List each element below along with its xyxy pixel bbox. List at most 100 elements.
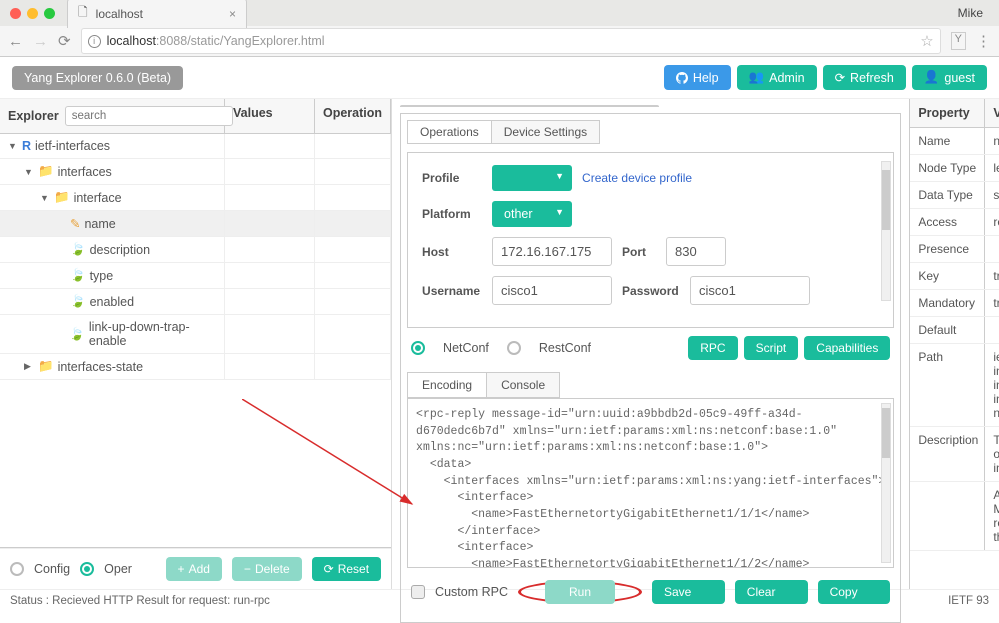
app-top-bar: Yang Explorer 0.6.0 (Beta) Help 👥 Admin … [0, 57, 999, 99]
property-header: Property [910, 99, 985, 127]
reset-button[interactable]: ⟳ Reset [312, 557, 381, 581]
main-content: Build Collections Manage Models Operatio… [392, 99, 909, 589]
code-scrollbar[interactable] [881, 403, 891, 563]
status-right: IETF 93 [948, 595, 989, 607]
forward-button: → [33, 33, 48, 50]
username-label: Username [422, 284, 482, 298]
search-input[interactable] [65, 106, 233, 126]
reload-button[interactable]: ⟳ [58, 32, 71, 50]
minimize-window-icon[interactable] [27, 8, 38, 19]
tree-row[interactable]: ✎ name [0, 211, 391, 237]
config-radio[interactable] [10, 562, 24, 576]
host-input[interactable] [492, 237, 612, 266]
property-row: DescriptionThe name of the interface. [910, 427, 999, 482]
close-window-icon[interactable] [10, 8, 21, 19]
properties-pane: Property Value NamenameNode TypeleafData… [909, 99, 999, 589]
tree-row[interactable]: ▼📁 interfaces [0, 159, 391, 185]
tree-row[interactable]: 🍃 type [0, 263, 391, 289]
property-row: A device MAY restrict the [910, 482, 999, 551]
property-row: Presence [910, 236, 999, 263]
app-title-badge: Yang Explorer 0.6.0 (Beta) [12, 66, 183, 90]
tab-console[interactable]: Console [487, 373, 559, 397]
bookmark-icon[interactable]: ☆ [920, 32, 933, 50]
code-output[interactable]: <rpc-reply message-id="urn:uuid:a9bbdb2d… [407, 398, 894, 568]
property-row: Accessread-write [910, 209, 999, 236]
tab-manage-models[interactable]: Manage Models [544, 106, 657, 107]
explorer-pane: Explorer Values Operation ▼R ietf-interf… [0, 99, 392, 589]
page-icon: 🗋 [78, 3, 88, 24]
tree-view[interactable]: ▼R ietf-interfaces▼📁 interfaces▼📁 interf… [0, 134, 391, 548]
restconf-radio[interactable] [507, 341, 521, 355]
tree-row[interactable]: ▼R ietf-interfaces [0, 134, 391, 159]
tree-row[interactable]: ▼📁 interface [0, 185, 391, 211]
address-bar[interactable]: i localhost:8088/static/YangExplorer.htm… [81, 28, 941, 54]
netconf-radio[interactable] [411, 341, 425, 355]
main-tabs: Build Collections Manage Models [400, 105, 659, 107]
tab-title: localhost [96, 7, 143, 21]
config-label: Config [34, 562, 70, 576]
property-row: Keytrue [910, 263, 999, 290]
add-button[interactable]: + Add [166, 557, 222, 581]
oper-label: Oper [104, 562, 132, 576]
tab-encoding[interactable]: Encoding [408, 373, 487, 397]
annotation-circle: Run [518, 581, 642, 603]
maximize-window-icon[interactable] [44, 8, 55, 19]
property-row: Namename [910, 128, 999, 155]
property-row: Pathietf-interfaces/ interfaces/ interfa… [910, 344, 999, 427]
property-row: Node Typeleaf [910, 155, 999, 182]
explorer-header: Explorer [8, 109, 59, 123]
copy-button[interactable]: Copy [818, 580, 891, 604]
status-text: Status : Recieved HTTP Result for reques… [10, 595, 270, 607]
capabilities-button[interactable]: Capabilities [804, 336, 890, 360]
custom-rpc-checkbox[interactable] [411, 585, 425, 599]
rpc-button[interactable]: RPC [688, 336, 737, 360]
refresh-button[interactable]: ⟳ Refresh [823, 65, 906, 90]
tree-row[interactable]: ▶📁 interfaces-state [0, 354, 391, 380]
port-input[interactable] [666, 237, 726, 266]
tab-collections[interactable]: Collections [457, 106, 545, 107]
netconf-label: NetConf [443, 341, 489, 355]
admin-button[interactable]: 👥 Admin [737, 65, 817, 90]
form-scrollbar[interactable] [881, 161, 891, 301]
clear-button[interactable]: Clear [735, 580, 808, 604]
host-label: Host [422, 245, 482, 259]
custom-rpc-label: Custom RPC [435, 585, 508, 599]
restconf-label: RestConf [539, 341, 591, 355]
platform-label: Platform [422, 207, 482, 221]
extension-icon[interactable]: Y [951, 32, 966, 50]
guest-button[interactable]: 👤 guest [912, 65, 987, 90]
profile-label: Profile [422, 171, 482, 185]
property-row: Default [910, 317, 999, 344]
subtab-operations[interactable]: Operations [408, 121, 492, 143]
create-profile-link[interactable]: Create device profile [582, 171, 692, 185]
platform-dropdown[interactable]: other [492, 201, 572, 227]
subtab-device-settings[interactable]: Device Settings [492, 121, 599, 143]
browser-chrome: 🗋 localhost × Mike ← → ⟳ i localhost:808… [0, 0, 999, 57]
menu-icon[interactable]: ⋮ [976, 32, 991, 50]
operation-header: Operation [315, 99, 391, 133]
profile-dropdown[interactable] [492, 165, 572, 191]
close-tab-icon[interactable]: × [229, 7, 236, 21]
back-button[interactable]: ← [8, 33, 23, 50]
help-button[interactable]: Help [664, 65, 731, 90]
property-row: Mandatorytrue [910, 290, 999, 317]
device-form: Profile Create device profile Platform o… [407, 152, 894, 328]
run-button[interactable]: Run [545, 580, 615, 604]
tab-build[interactable]: Build [401, 106, 457, 107]
tree-row[interactable]: 🍃 link-up-down-trap-enable [0, 315, 391, 354]
browser-tab[interactable]: 🗋 localhost × [67, 0, 247, 28]
url-host: localhost [107, 34, 156, 48]
script-button[interactable]: Script [744, 336, 799, 360]
delete-button[interactable]: − Delete [232, 557, 302, 581]
password-input[interactable] [690, 276, 810, 305]
value-header: Value [985, 99, 999, 127]
port-label: Port [622, 245, 656, 259]
info-icon[interactable]: i [88, 35, 101, 48]
tree-row[interactable]: 🍃 enabled [0, 289, 391, 315]
tree-row[interactable]: 🍃 description [0, 237, 391, 263]
profile-name[interactable]: Mike [958, 6, 983, 20]
password-label: Password [622, 284, 680, 298]
save-button[interactable]: Save [652, 580, 725, 604]
username-input[interactable] [492, 276, 612, 305]
oper-radio[interactable] [80, 562, 94, 576]
